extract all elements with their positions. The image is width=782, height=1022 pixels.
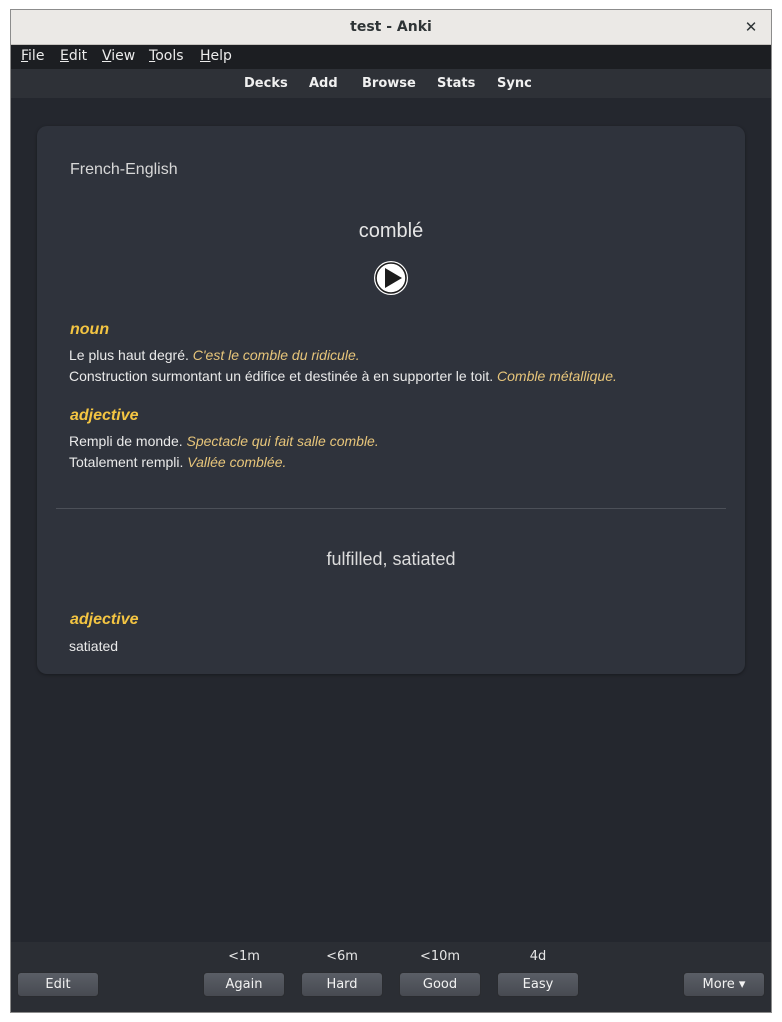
menu-edit-mnemonic: E (60, 48, 69, 64)
definition-example: Comble métallique. (497, 368, 617, 384)
edit-button[interactable]: Edit (17, 972, 99, 997)
definition-line: Le plus haut degré. C'est le comble du r… (69, 347, 360, 363)
front-word: comblé (358, 220, 424, 242)
toolbar-sync-link[interactable]: Sync (497, 76, 532, 91)
part-of-speech-noun: noun (70, 321, 110, 338)
definition-text: satiated (69, 638, 119, 654)
play-icon[interactable] (373, 260, 409, 296)
good-interval: <10m (419, 949, 461, 964)
hard-button[interactable]: Hard (301, 972, 383, 997)
toolbar-add-link[interactable]: Add (309, 76, 338, 91)
menu-file-rest: ile (28, 48, 45, 64)
definition-example: C'est le comble du ridicule. (192, 347, 360, 363)
part-of-speech-adjective: adjective (70, 407, 139, 424)
definition-line: Rempli de monde. Spectacle qui fait sall… (69, 433, 379, 449)
again-interval: <1m (228, 949, 260, 964)
toolbar-browse-link[interactable]: Browse (362, 76, 416, 91)
back-answer: fulfilled, satiated (326, 549, 456, 569)
deck-name: French-English (70, 161, 178, 178)
definition-line: satiated (69, 638, 118, 654)
window-title: test - Anki (350, 19, 432, 35)
menu-help-rest: elp (210, 48, 232, 64)
menu-tools-rest: ools (155, 48, 184, 64)
easy-button[interactable]: Easy (497, 972, 579, 997)
easy-interval: 4d (529, 949, 547, 964)
more-button[interactable]: More ▾ (683, 972, 765, 997)
definition-text: Construction surmontant un édifice et de… (69, 368, 494, 384)
menu-view-rest: iew (111, 48, 136, 64)
review-bottom-bar: Edit <1m Again <6m Hard <10m Good 4d Eas… (11, 942, 771, 1012)
menu-edit-rest: dit (68, 48, 88, 64)
menu-help-mnemonic: H (200, 48, 211, 64)
menu-help[interactable]: Help (200, 48, 232, 64)
menu-view[interactable]: View (102, 48, 135, 64)
menu-file[interactable]: File (21, 48, 44, 64)
review-card: French-English comblé noun Le plus haut … (37, 126, 745, 674)
close-icon[interactable]: ✕ (739, 16, 763, 38)
toolbar-decks-link[interactable]: Decks (244, 76, 288, 91)
hard-interval: <6m (326, 949, 358, 964)
menu-edit[interactable]: Edit (60, 48, 87, 64)
menu-bar: File Edit View Tools Help (11, 45, 771, 69)
definition-example: Spectacle qui fait salle comble. (186, 433, 379, 449)
title-bar: test - Anki ✕ (11, 10, 771, 45)
main-toolbar: Decks Add Browse Stats Sync (11, 69, 771, 98)
menu-view-mnemonic: V (102, 48, 112, 64)
definition-text: Totalement rempli. (69, 454, 184, 470)
again-button[interactable]: Again (203, 972, 285, 997)
part-of-speech-adjective: adjective (70, 611, 139, 628)
definition-line: Totalement rempli. Vallée comblée. (69, 454, 286, 470)
menu-tools[interactable]: Tools (149, 48, 184, 64)
menu-file-mnemonic: F (21, 48, 29, 64)
good-button[interactable]: Good (399, 972, 481, 997)
definition-text: Le plus haut degré. (69, 347, 189, 363)
anki-window: test - Anki ✕ File Edit View Tools Help … (10, 9, 772, 1013)
definition-text: Rempli de monde. (69, 433, 183, 449)
definition-example: Vallée comblée. (187, 454, 287, 470)
answer-divider (56, 508, 726, 509)
definition-line: Construction surmontant un édifice et de… (69, 368, 617, 384)
toolbar-stats-link[interactable]: Stats (437, 76, 475, 91)
